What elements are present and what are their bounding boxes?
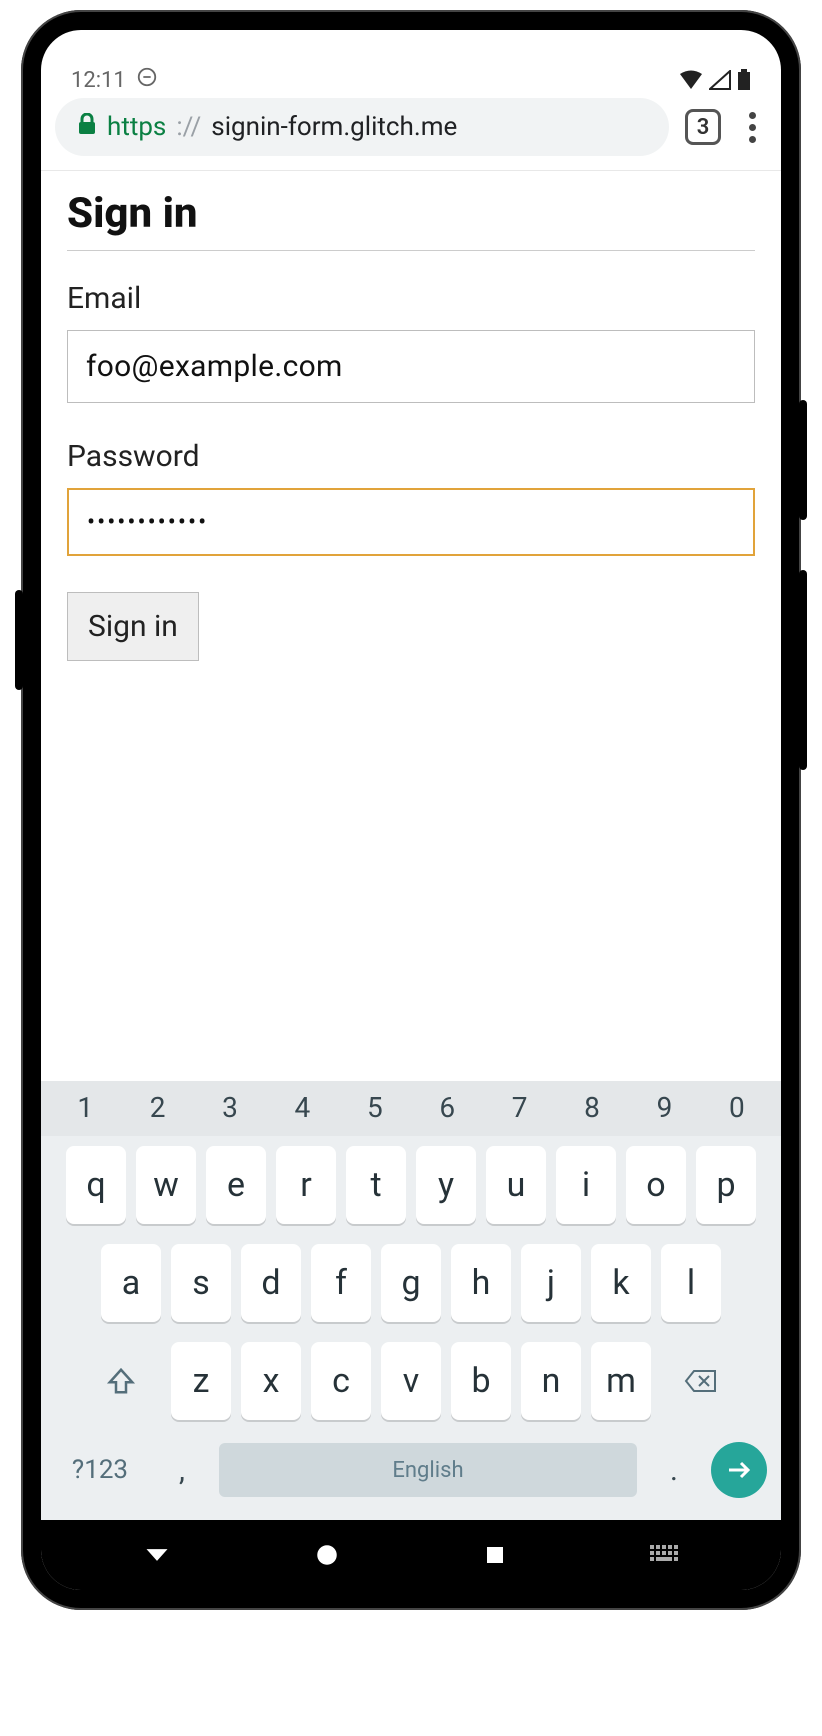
period-key[interactable]: . <box>649 1438 699 1502</box>
key-y[interactable]: y <box>416 1146 476 1224</box>
key-c[interactable]: c <box>311 1342 371 1420</box>
browser-toolbar: https :// signin-form.glitch.me 3 <box>41 86 781 171</box>
comma-key[interactable]: , <box>157 1438 207 1502</box>
shift-key[interactable] <box>81 1342 161 1420</box>
soft-keyboard: 1234567890 qwertyuiop asdfghjkl zxcvbnm … <box>41 1081 781 1520</box>
backspace-key[interactable] <box>661 1342 741 1420</box>
key-p[interactable]: p <box>696 1146 756 1224</box>
key-e[interactable]: e <box>206 1146 266 1224</box>
key-u[interactable]: u <box>486 1146 546 1224</box>
num-hint-5: 5 <box>339 1091 411 1124</box>
url-host: signin-form.glitch.me <box>211 112 457 142</box>
key-b[interactable]: b <box>451 1342 511 1420</box>
key-s[interactable]: s <box>171 1244 231 1322</box>
nav-back-button[interactable] <box>143 1541 171 1569</box>
email-field[interactable] <box>67 330 755 403</box>
url-bar[interactable]: https :// signin-form.glitch.me <box>55 98 669 156</box>
num-hint-6: 6 <box>411 1091 483 1124</box>
key-f[interactable]: f <box>311 1244 371 1322</box>
key-m[interactable]: m <box>591 1342 651 1420</box>
side-button <box>799 570 807 770</box>
key-v[interactable]: v <box>381 1342 441 1420</box>
spacebar-key[interactable]: English <box>219 1443 637 1497</box>
num-hint-1: 1 <box>49 1091 121 1124</box>
key-q[interactable]: q <box>66 1146 126 1224</box>
key-j[interactable]: j <box>521 1244 581 1322</box>
num-hint-3: 3 <box>194 1091 266 1124</box>
status-bar: 12:11 <box>41 30 781 86</box>
lock-icon <box>77 113 97 141</box>
key-d[interactable]: d <box>241 1244 301 1322</box>
password-label: Password <box>67 439 755 474</box>
phone-frame: 12:11 <box>21 10 801 1610</box>
key-t[interactable]: t <box>346 1146 406 1224</box>
nav-home-button[interactable] <box>314 1542 340 1568</box>
num-hint-4: 4 <box>266 1091 338 1124</box>
phone-screen: 12:11 <box>41 30 781 1590</box>
browser-menu-button[interactable] <box>737 112 767 143</box>
side-button <box>799 400 807 520</box>
url-separator: :// <box>176 112 201 142</box>
sign-in-button[interactable]: Sign in <box>67 592 199 661</box>
key-i[interactable]: i <box>556 1146 616 1224</box>
android-nav-bar <box>41 1520 781 1590</box>
key-l[interactable]: l <box>661 1244 721 1322</box>
key-n[interactable]: n <box>521 1342 581 1420</box>
heading-rule <box>67 250 755 251</box>
key-r[interactable]: r <box>276 1146 336 1224</box>
email-label: Email <box>67 281 755 316</box>
key-x[interactable]: x <box>241 1342 301 1420</box>
key-a[interactable]: a <box>101 1244 161 1322</box>
num-hint-0: 0 <box>701 1091 773 1124</box>
num-hint-7: 7 <box>483 1091 555 1124</box>
web-page: Sign in Email Password Sign in <box>41 171 781 1081</box>
num-hint-2: 2 <box>121 1091 193 1124</box>
key-g[interactable]: g <box>381 1244 441 1322</box>
side-button <box>15 590 23 690</box>
num-hint-8: 8 <box>556 1091 628 1124</box>
tab-count-value: 3 <box>697 115 710 140</box>
num-hint-9: 9 <box>628 1091 700 1124</box>
password-field[interactable] <box>67 488 755 556</box>
key-k[interactable]: k <box>591 1244 651 1322</box>
nav-keyboard-icon[interactable] <box>650 1545 680 1565</box>
key-z[interactable]: z <box>171 1342 231 1420</box>
key-h[interactable]: h <box>451 1244 511 1322</box>
enter-key[interactable] <box>711 1442 767 1498</box>
key-w[interactable]: w <box>136 1146 196 1224</box>
symbols-key[interactable]: ?123 <box>55 1438 145 1502</box>
tab-switcher-button[interactable]: 3 <box>685 109 721 145</box>
key-o[interactable]: o <box>626 1146 686 1224</box>
nav-recents-button[interactable] <box>483 1543 507 1567</box>
url-scheme: https <box>107 112 166 142</box>
page-title: Sign in <box>67 189 755 238</box>
